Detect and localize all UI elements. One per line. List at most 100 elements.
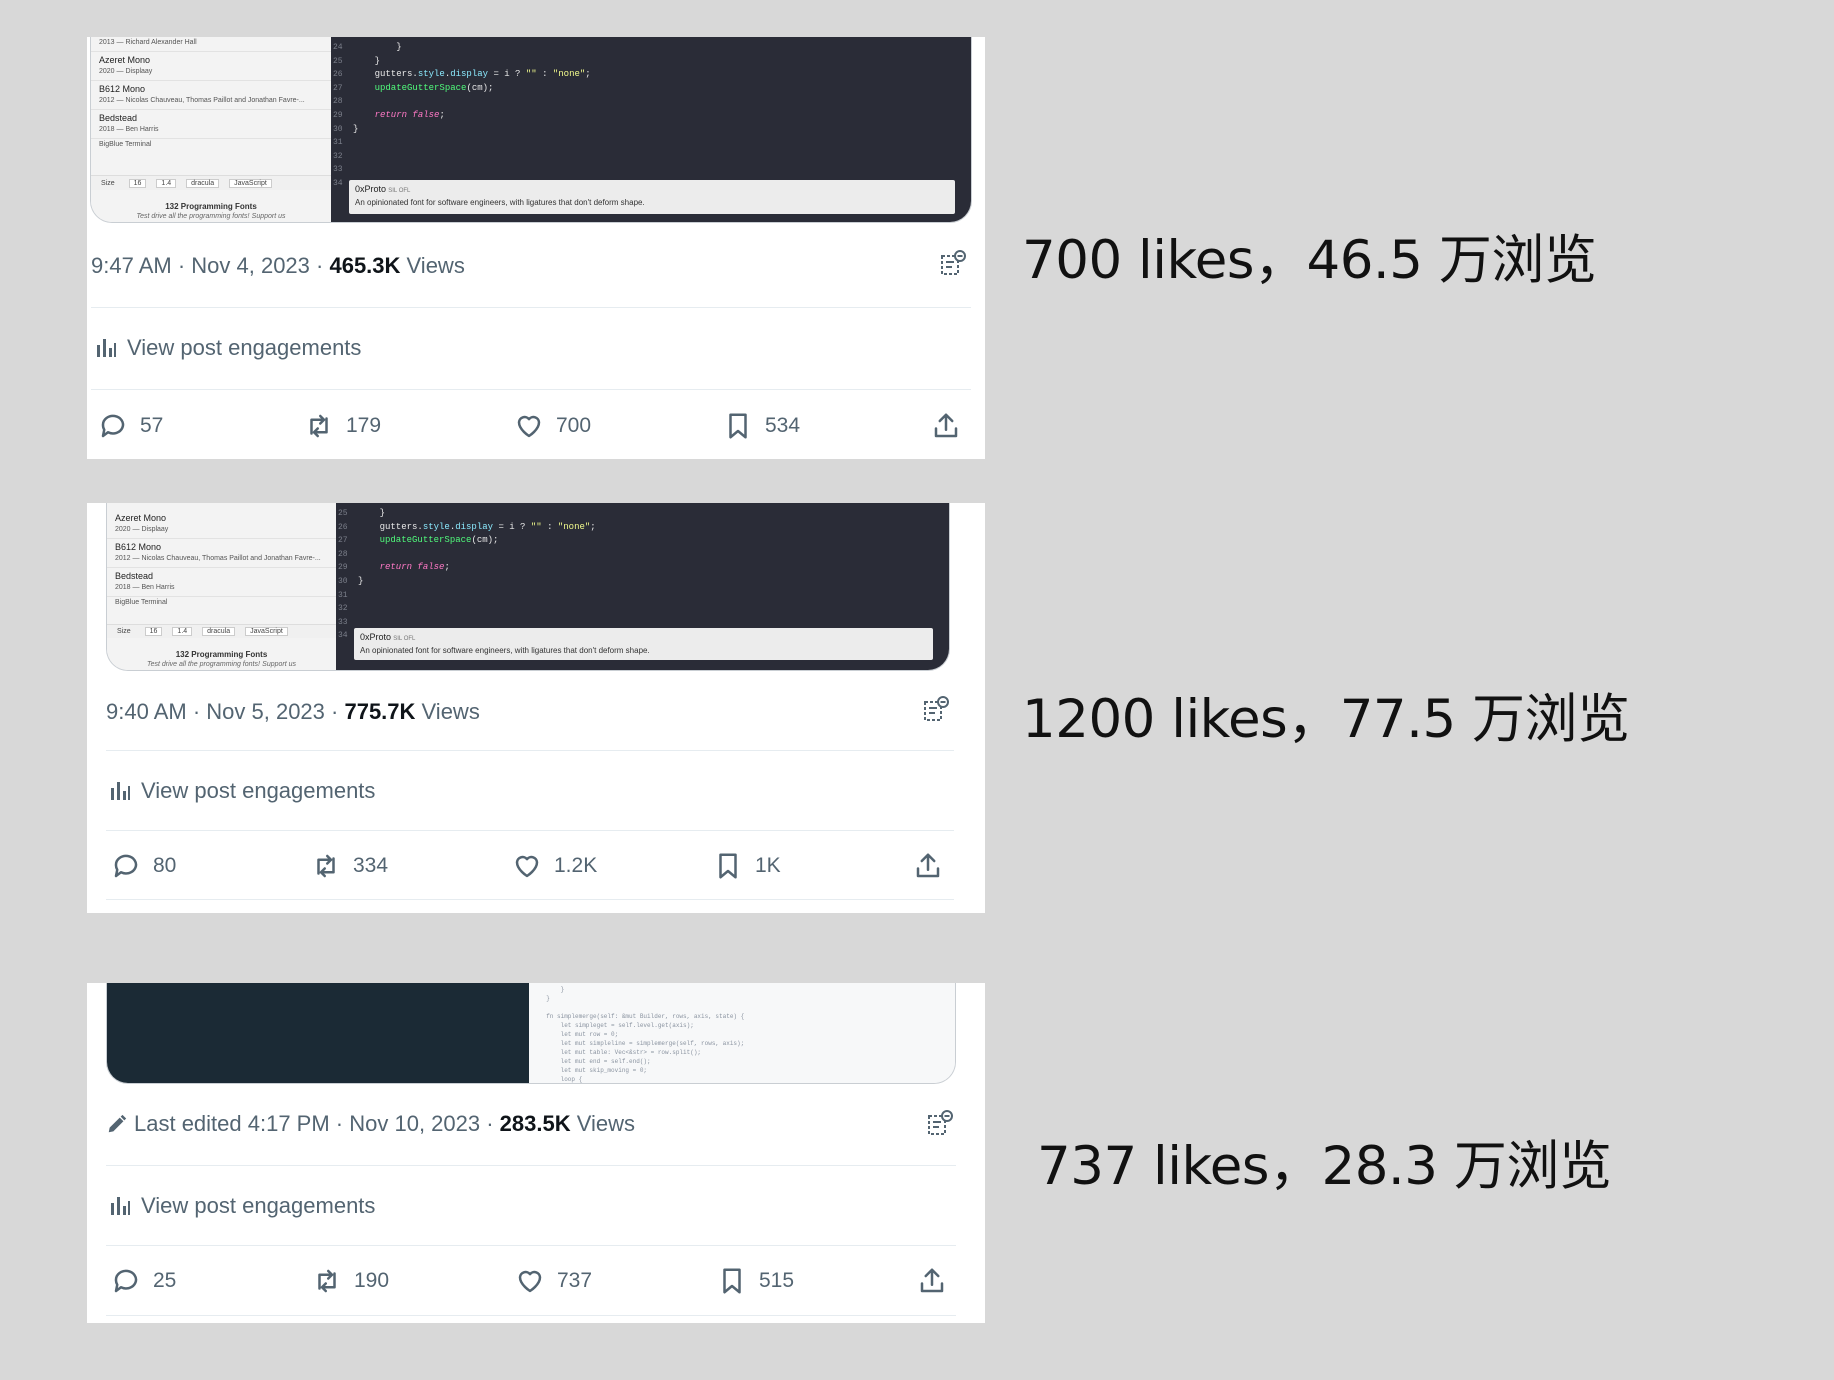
share-button[interactable] bbox=[917, 1261, 947, 1301]
size-value: 16 bbox=[144, 627, 163, 636]
like-icon bbox=[515, 855, 539, 878]
reply-icon bbox=[114, 854, 138, 878]
code-preview-panel: 25 26 27 28 29 30 31 32 33 34 } gutters.style.dis… bbox=[336, 503, 949, 670]
analytics-icon bbox=[111, 782, 130, 800]
code-text: } } gutters.style.display = i ? "" : "no… bbox=[353, 42, 591, 134]
action-bar: 57 179 700 534 bbox=[87, 406, 985, 446]
font-site-footer: 132 Programming Fonts Test drive all the… bbox=[146, 650, 297, 668]
repost-count: 334 bbox=[353, 854, 389, 877]
font-site-footer: 132 Programming Fonts Test drive all the… bbox=[136, 202, 286, 220]
share-button[interactable] bbox=[931, 406, 961, 446]
font-list-item: 2013 — Richard Alexander Hall bbox=[91, 37, 331, 52]
like-count: 700 bbox=[556, 414, 592, 437]
bookmark-count: 1K bbox=[755, 854, 781, 877]
share-button[interactable] bbox=[913, 846, 943, 886]
reply-button[interactable]: 80 bbox=[111, 846, 176, 886]
timestamp-link[interactable]: 4:17 PM · Nov 10, 2023 · bbox=[248, 1111, 500, 1136]
line-number-gutter: 25 26 27 28 29 30 31 32 33 34 bbox=[338, 509, 348, 641]
reply-button[interactable]: 25 bbox=[111, 1261, 176, 1301]
view-engagements-link[interactable]: View post engagements bbox=[95, 335, 361, 361]
image-dark-panel bbox=[107, 983, 529, 1083]
post-card-3: } } fn simplemerge(self: &mut Builder, r… bbox=[87, 983, 985, 1323]
like-button[interactable]: 1.2K bbox=[512, 846, 597, 886]
post-meta: 9:40 AM · Nov 5, 2023 · 775.7K Views bbox=[106, 699, 480, 725]
timestamp-link[interactable]: 9:47 AM · Nov 4, 2023 · bbox=[91, 253, 329, 278]
repost-button[interactable]: 179 bbox=[304, 406, 381, 446]
repost-icon bbox=[310, 414, 328, 438]
view-engagements-link[interactable]: View post engagements bbox=[109, 1193, 375, 1219]
reply-count: 80 bbox=[153, 854, 177, 877]
like-button[interactable]: 737 bbox=[515, 1261, 592, 1301]
share-icon bbox=[916, 853, 940, 878]
bookmark-button[interactable]: 534 bbox=[723, 406, 800, 446]
lang-value: JavaScript bbox=[229, 178, 272, 188]
divider bbox=[106, 899, 954, 900]
edit-pencil-icon bbox=[108, 1114, 127, 1133]
reply-count: 57 bbox=[140, 414, 164, 437]
reply-icon bbox=[101, 414, 125, 438]
views-label: Views bbox=[570, 1111, 636, 1136]
divider bbox=[106, 750, 954, 751]
repost-button[interactable]: 334 bbox=[311, 846, 388, 886]
divider bbox=[91, 389, 971, 390]
repost-icon bbox=[317, 854, 335, 878]
repost-count: 179 bbox=[346, 414, 382, 437]
line-height-value: 1.4 bbox=[172, 627, 193, 636]
share-icon bbox=[934, 413, 958, 438]
font-list-item-cut: BigBlue Terminal bbox=[115, 599, 168, 606]
like-button[interactable]: 700 bbox=[514, 406, 591, 446]
repost-button[interactable]: 190 bbox=[312, 1261, 389, 1301]
grok-icon[interactable] bbox=[927, 1110, 953, 1138]
font-list-item: Azeret Mono 2020 — Displaay bbox=[91, 52, 331, 81]
font-tooltip: 0xProto SIL OFL An opinionated font for … bbox=[354, 628, 933, 660]
bookmark-icon bbox=[719, 853, 737, 879]
analytics-icon bbox=[97, 339, 116, 357]
view-engagements-label: View post engagements bbox=[141, 778, 376, 803]
size-label: Size bbox=[117, 628, 131, 635]
view-engagements-label: View post engagements bbox=[127, 335, 362, 360]
likes-views-note-3: 737 likes，28.3 万浏览 bbox=[1037, 1136, 1612, 1197]
code-text: } gutters.style.display = i ? "" : "none… bbox=[358, 508, 596, 586]
size-label: Size bbox=[101, 179, 115, 187]
grok-icon[interactable] bbox=[940, 250, 966, 278]
like-count: 737 bbox=[557, 1269, 593, 1292]
like-icon bbox=[517, 415, 541, 438]
bookmark-button[interactable]: 515 bbox=[717, 1261, 794, 1301]
line-number-gutter: 24 25 26 27 28 29 30 31 32 33 34 bbox=[333, 43, 343, 188]
font-list-panel: 2013 — Richard Alexander Hall Azeret Mon… bbox=[91, 37, 331, 222]
reply-icon bbox=[114, 1269, 138, 1293]
font-list-item: B612 Mono 2012 — Nicolas Chauveau, Thomas… bbox=[107, 539, 336, 568]
views-count: 283.5K bbox=[499, 1111, 571, 1136]
timestamp-link[interactable]: 9:40 AM · Nov 5, 2023 · bbox=[106, 699, 344, 724]
views-label: Views bbox=[415, 699, 480, 724]
post-image-3[interactable]: } } fn simplemerge(self: &mut Builder, r… bbox=[106, 983, 956, 1084]
views-label: Views bbox=[400, 253, 465, 278]
edited-label: Last edited bbox=[134, 1111, 248, 1136]
bookmark-count: 534 bbox=[765, 414, 801, 437]
code-preview-panel: 24 25 26 27 28 29 30 31 32 33 34 } } gutters.style… bbox=[331, 37, 971, 222]
post-image-2[interactable]: Azeret Mono 2020 — Displaay B612 Mono 2012… bbox=[106, 503, 950, 671]
image-code-panel: } } fn simplemerge(self: &mut Builder, r… bbox=[529, 983, 955, 1083]
grok-icon[interactable] bbox=[923, 696, 949, 724]
like-count: 1.2K bbox=[554, 854, 598, 877]
divider bbox=[106, 1315, 956, 1316]
size-value: 16 bbox=[128, 178, 147, 188]
bookmark-button[interactable]: 1K bbox=[713, 846, 781, 886]
font-list-item-cut: BigBlue Terminal bbox=[99, 141, 152, 148]
post-card-1: 2013 — Richard Alexander Hall Azeret Mon… bbox=[87, 37, 985, 459]
font-list-item: Bedstead 2018 — Ben Harris bbox=[91, 110, 331, 139]
bookmark-count: 515 bbox=[759, 1269, 795, 1292]
likes-views-note-1: 700 likes，46.5 万浏览 bbox=[1022, 230, 1597, 291]
font-list-item: B612 Mono 2012 — Nicolas Chauveau, Thomas… bbox=[91, 81, 331, 110]
line-height-value: 1.4 bbox=[156, 178, 177, 188]
font-list-item: Azeret Mono 2020 — Displaay bbox=[107, 503, 336, 539]
view-engagements-link[interactable]: View post engagements bbox=[109, 778, 375, 804]
share-icon bbox=[920, 1268, 944, 1293]
repost-count: 190 bbox=[354, 1269, 390, 1292]
font-controls: Size 16 1.4 dracula JavaScript bbox=[107, 624, 336, 638]
divider bbox=[106, 1165, 956, 1166]
theme-value: dracula bbox=[186, 178, 220, 188]
views-count: 775.7K bbox=[344, 699, 416, 724]
post-image-1[interactable]: 2013 — Richard Alexander Hall Azeret Mon… bbox=[90, 37, 972, 223]
reply-button[interactable]: 57 bbox=[98, 406, 163, 446]
